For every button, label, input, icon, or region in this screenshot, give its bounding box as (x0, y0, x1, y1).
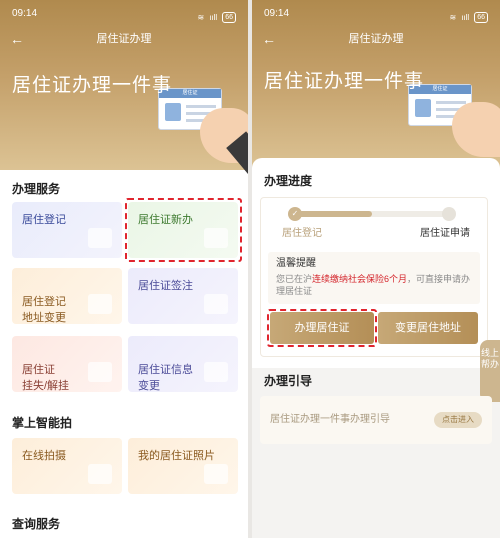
status-time: 09:14 (12, 8, 38, 19)
battery-icon: 66 (474, 11, 488, 23)
notice-highlight: 连续缴纳社会保险6个月 (312, 274, 408, 284)
section-title-guide: 办理引导 (264, 374, 313, 388)
status-time: 09:14 (264, 8, 290, 19)
battery-icon: 66 (222, 11, 236, 23)
signal-icon: ııll (209, 12, 218, 22)
step-label-registration: 居住登记 (282, 228, 322, 239)
notice-box: 温馨提醒 您已在沪连续缴纳社会保险6个月，可直接申请办理居住证 (268, 252, 480, 304)
guide-enter-button[interactable]: 点击进入 (434, 412, 482, 428)
progress-track: ✓ (288, 207, 456, 221)
image-icon (204, 464, 228, 484)
document-icon (88, 228, 112, 248)
refresh-icon (204, 362, 228, 382)
hand-illustration (452, 102, 500, 157)
step-dot-pending (442, 207, 456, 221)
guide-text: 居住证办理一件事办理引导 (270, 414, 390, 425)
section-title-progress: 办理进度 (264, 174, 313, 188)
change-address-button[interactable]: 变更居住地址 (378, 312, 478, 344)
annotation-highlight-box (267, 309, 377, 347)
photo-tile-online-shoot[interactable]: 在线拍摄 (12, 438, 122, 494)
step-label-application: 居住证申请 (420, 228, 470, 239)
swap-icon (88, 294, 112, 314)
hero-title: 居住证办理一件事 (264, 71, 425, 92)
wifi-icon: ≋ (197, 12, 205, 22)
arrow-left-icon[interactable]: ← (10, 28, 24, 50)
service-tile-endorsement[interactable]: 居住证签注 (128, 268, 238, 324)
status-bar: 09:14 ≋ ııll 66 (252, 0, 500, 26)
navbar: ← 居住证办理 (0, 28, 248, 50)
service-tile-report-loss[interactable]: 居住证 挂失/解挂 (12, 336, 122, 392)
section-title-query: 查询服务 (12, 517, 61, 531)
wifi-icon: ≋ (449, 12, 457, 22)
signal-icon: ııll (461, 12, 470, 22)
notice-title: 温馨提醒 (276, 258, 316, 269)
annotation-highlight-box (125, 198, 242, 262)
service-tile-address-change[interactable]: 居住登记 地址变更 (12, 268, 122, 324)
guide-card[interactable]: 居住证办理一件事办理引导 点击进入 (260, 396, 492, 444)
check-icon: ✓ (288, 207, 302, 221)
camera-icon (88, 464, 112, 484)
hero-title: 居住证办理一件事 (12, 75, 173, 96)
service-tile-registration[interactable]: 居住登记 (12, 202, 122, 258)
arrow-left-icon[interactable]: ← (262, 28, 276, 50)
progress-fill (292, 211, 372, 217)
left-screen: 居住证 居住证办理一件事 09:14 ≋ ııll 66 ← 居住证办理 办理服… (0, 0, 248, 538)
navbar: ← 居住证办理 (252, 28, 500, 50)
edit-icon (204, 294, 228, 314)
avatar-icon (415, 99, 431, 117)
avatar-icon (165, 103, 181, 121)
section-title-photo: 掌上智能拍 (12, 416, 73, 430)
online-help-tab[interactable]: 线上帮办 (480, 340, 500, 402)
photo-tile-my-photos[interactable]: 我的居住证照片 (128, 438, 238, 494)
navbar-title: 居住证办理 (348, 33, 404, 45)
right-screen: 居住证 居住证办理一件事 09:14 ≋ ııll 66 ← 居住证办理 办理进… (252, 0, 500, 538)
block-icon (88, 362, 112, 382)
status-bar: 09:14 ≋ ııll 66 (0, 0, 248, 26)
service-tile-info-change[interactable]: 居住证信息 变更 (128, 336, 238, 392)
notice-text: 您已在沪连续缴纳社会保险6个月，可直接申请办理居住证 (276, 274, 471, 296)
section-title-services: 办理服务 (12, 182, 61, 196)
navbar-title: 居住证办理 (96, 33, 152, 45)
